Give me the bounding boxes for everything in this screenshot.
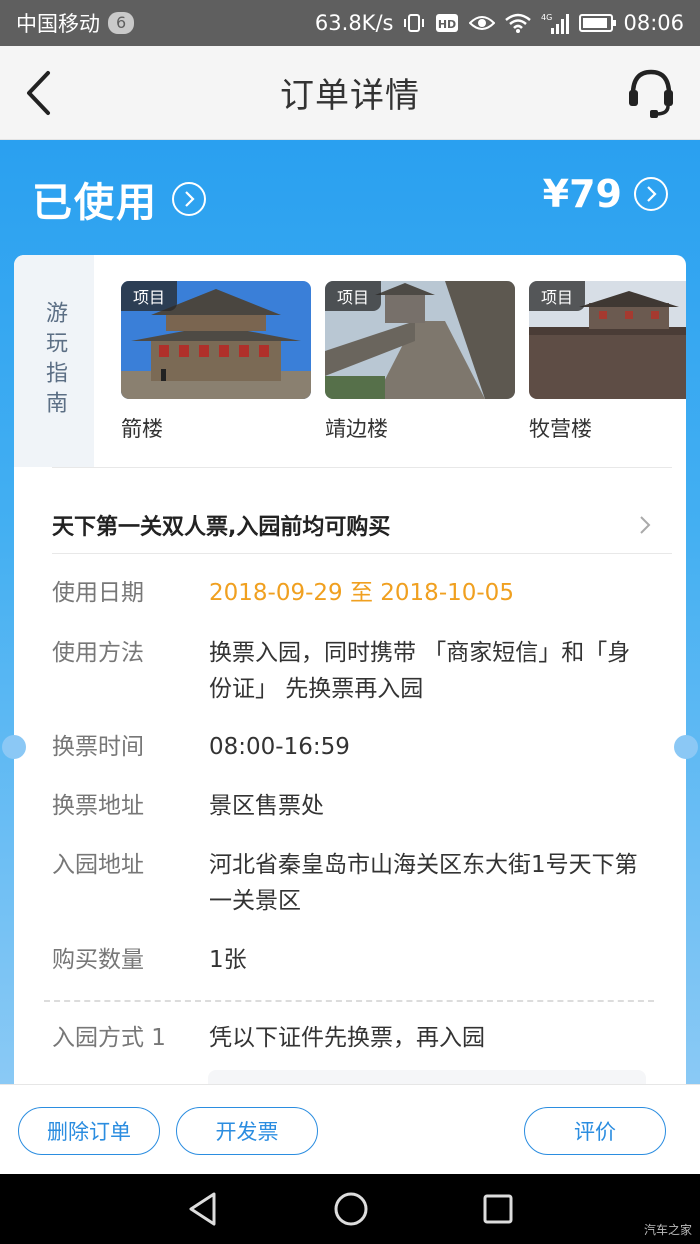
page-title: 订单详情	[280, 76, 420, 116]
spot-tag: 项目	[325, 281, 382, 311]
spot-image: 项目	[121, 281, 311, 399]
battery-icon	[579, 14, 617, 32]
order-status: 已使用	[32, 180, 158, 226]
quantity-value: 1张	[209, 947, 247, 973]
spot-card-jingbianlou[interactable]: 项目 靖边楼	[325, 281, 515, 443]
signal-icon: 4G	[541, 12, 570, 34]
spot-list: 项目 箭楼 项目 靖边楼 项目 牧营楼	[121, 281, 686, 443]
spot-image: 项目	[325, 281, 515, 399]
dashed-divider	[44, 1000, 654, 1002]
system-navigation-bar	[0, 1174, 700, 1244]
spot-name: 箭楼	[121, 417, 163, 441]
svg-text:4G: 4G	[541, 13, 552, 22]
order-price-row[interactable]: ¥79	[543, 172, 668, 216]
net-speed: 63.8K/s	[314, 11, 394, 35]
headset-icon	[629, 69, 673, 118]
use-method-value: 换票入园，同时携带 「商家短信」和「身份证」 先换票再入园	[209, 640, 631, 702]
order-price: ¥79	[542, 172, 622, 216]
top-navigation-bar: 订单详情	[0, 46, 700, 140]
hd-icon: HD	[435, 13, 459, 33]
status-detail-chevron-icon	[172, 182, 206, 216]
divider	[52, 553, 672, 554]
play-guide-label: 游玩指南	[42, 301, 67, 421]
entry-method-value: 凭以下证件先换票，再入园	[209, 1025, 485, 1051]
exchange-time-label: 换票时间	[52, 734, 144, 760]
ticket-notch-right	[674, 735, 698, 759]
bottom-action-bar: 删除订单 开发票 评价	[0, 1084, 700, 1174]
recents-square-icon[interactable]	[482, 1193, 514, 1225]
review-button[interactable]: 评价	[524, 1107, 666, 1155]
exchange-address-row: 换票地址 景区售票处	[52, 788, 652, 824]
order-detail-card: 游玩指南 项目 箭楼 项目 靖边楼 项目 牧营楼 天下第一关双人票,入园前均可购…	[14, 255, 686, 1115]
spot-image: 项目	[529, 281, 686, 399]
back-triangle-icon[interactable]	[186, 1191, 220, 1227]
park-address-value: 河北省秦皇岛市山海关区东大街1号天下第一关景区	[209, 852, 638, 914]
exchange-address-value: 景区售票处	[209, 793, 324, 819]
delete-order-button[interactable]: 删除订单	[18, 1107, 160, 1155]
status-bar: 中国移动 6 63.8K/s HD 4G 08:06	[0, 0, 700, 46]
watermark: 汽车之家	[643, 1223, 692, 1237]
exchange-time-value: 08:00-16:59	[209, 734, 350, 760]
exchange-address-label: 换票地址	[52, 793, 144, 819]
chevron-left-icon	[27, 71, 50, 115]
chevron-right-icon	[640, 516, 651, 534]
spot-card-jianlou[interactable]: 项目 箭楼	[121, 281, 311, 443]
carrier-name: 中国移动	[16, 12, 100, 36]
divider	[52, 467, 672, 468]
ticket-name: 天下第一关双人票,入园前均可购买	[52, 515, 391, 540]
home-circle-icon[interactable]	[333, 1191, 369, 1227]
carrier-badge: 6	[108, 12, 135, 34]
quantity-row: 购买数量 1张	[52, 942, 652, 978]
spot-tag: 项目	[529, 281, 586, 311]
spot-card-muyinglou[interactable]: 项目 牧营楼	[529, 281, 686, 443]
vibrate-icon	[403, 12, 425, 34]
spot-name: 靖边楼	[325, 417, 388, 441]
use-date-value: 2018-09-29 至 2018-10-05	[209, 580, 514, 606]
use-method-label: 使用方法	[52, 640, 144, 666]
play-guide-tab[interactable]: 游玩指南	[14, 255, 94, 467]
back-button[interactable]	[18, 68, 58, 118]
park-address-label: 入园地址	[52, 852, 144, 878]
svg-text:HD: HD	[438, 18, 456, 31]
spot-name: 牧营楼	[529, 417, 592, 441]
use-method-row: 使用方法 换票入园，同时携带 「商家短信」和「身份证」 先换票再入园	[52, 635, 652, 707]
quantity-label: 购买数量	[52, 947, 144, 973]
ticket-name-row[interactable]: 天下第一关双人票,入园前均可购买	[52, 495, 652, 555]
clock: 08:06	[623, 11, 684, 35]
use-date-label: 使用日期	[52, 580, 144, 606]
eye-icon	[469, 14, 496, 32]
spot-tag: 项目	[121, 281, 178, 311]
park-address-row: 入园地址 河北省秦皇岛市山海关区东大街1号天下第一关景区	[52, 847, 652, 919]
order-status-row[interactable]: 已使用	[32, 170, 206, 228]
customer-service-button[interactable]	[626, 66, 676, 120]
entry-method-row: 入园方式 1 凭以下证件先换票，再入园	[52, 1020, 652, 1056]
invoice-button[interactable]: 开发票	[176, 1107, 318, 1155]
entry-method-label: 入园方式 1	[52, 1025, 166, 1051]
ticket-notch-left	[2, 735, 26, 759]
wifi-icon	[505, 13, 532, 33]
price-detail-chevron-icon	[634, 177, 668, 211]
exchange-time-row: 换票时间 08:00-16:59	[52, 729, 652, 765]
use-date-row: 使用日期 2018-09-29 至 2018-10-05	[52, 575, 652, 611]
